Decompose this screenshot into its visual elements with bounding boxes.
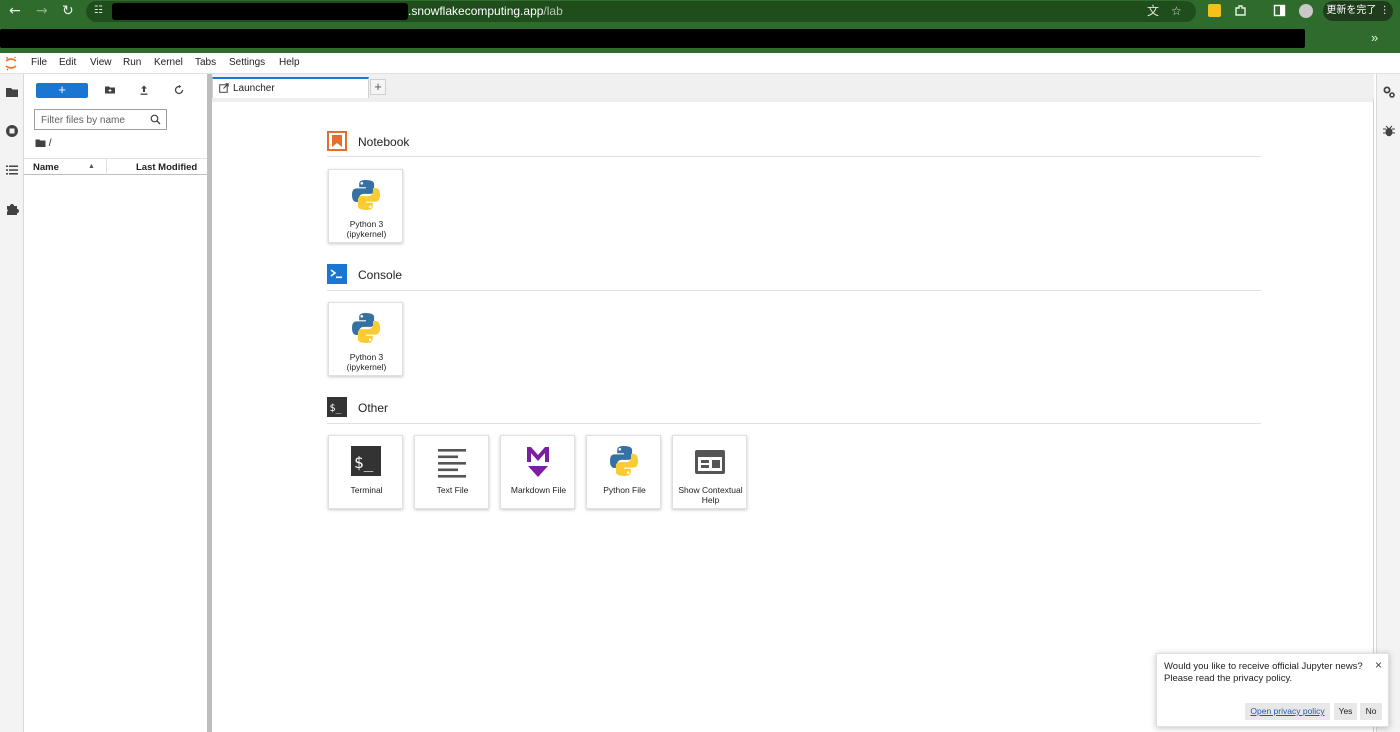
python-file-card[interactable]: Python File: [586, 435, 661, 509]
right-sidebar: [1376, 74, 1400, 732]
sort-ascending-icon: ▲: [88, 163, 95, 170]
contextual-help-card[interactable]: Show Contextual Help: [672, 435, 747, 509]
yes-button[interactable]: Yes: [1334, 703, 1357, 720]
section-divider: [327, 423, 1261, 424]
menu-help[interactable]: Help: [279, 57, 300, 69]
other-section-title: Other: [358, 401, 389, 415]
no-button[interactable]: No: [1360, 703, 1382, 720]
bookmarks-more-button[interactable]: »: [1371, 30, 1378, 45]
property-inspector-icon[interactable]: [1382, 85, 1396, 99]
column-divider: [106, 159, 107, 175]
notification-message: Would you like to receive official Jupyt…: [1164, 661, 1364, 685]
table-of-contents-icon[interactable]: [5, 163, 19, 177]
folder-icon[interactable]: [5, 85, 19, 99]
markdown-icon: [527, 447, 549, 477]
markdown-file-card[interactable]: Markdown File: [500, 435, 575, 509]
menu-edit[interactable]: Edit: [59, 57, 76, 69]
reload-icon[interactable]: ↻: [62, 3, 74, 19]
translate-icon[interactable]: 文: [1147, 4, 1159, 19]
column-last-modified[interactable]: Last Modified: [136, 162, 197, 173]
new-folder-icon[interactable]: [104, 84, 116, 96]
contextual-help-icon: [695, 450, 725, 474]
extension-icon[interactable]: [1208, 4, 1221, 17]
tab-launcher-label: Launcher: [233, 83, 275, 94]
terminal-card[interactable]: $_ Terminal: [328, 435, 403, 509]
profile-avatar[interactable]: [1299, 4, 1313, 18]
file-browser-panel: + / Name ▲ Last Modified: [24, 74, 207, 732]
back-icon[interactable]: ←: [9, 3, 21, 19]
breadcrumb[interactable]: /: [35, 138, 52, 150]
python-icon: [610, 446, 638, 476]
section-divider: [327, 156, 1261, 157]
close-icon[interactable]: ×: [1375, 659, 1382, 671]
menu-tabs[interactable]: Tabs: [195, 57, 216, 69]
folder-icon: [35, 139, 46, 147]
bookmark-star-icon[interactable]: ☆: [1171, 4, 1182, 19]
browser-toolbar: ← → ↻ ☷ .snowflakecomputing.app/lab 文 ☆ …: [0, 0, 1400, 23]
extension-manager-icon[interactable]: [5, 202, 19, 216]
console-section-icon: [327, 264, 347, 284]
python-icon: [352, 180, 380, 210]
open-privacy-policy-link[interactable]: Open privacy policy: [1245, 703, 1330, 720]
tab-launcher[interactable]: Launcher: [212, 77, 369, 98]
jupyter-news-notification: Would you like to receive official Jupyt…: [1156, 653, 1389, 727]
terminal-icon: $_: [351, 446, 381, 476]
notification-question: Would you like to receive official Jupyt…: [1164, 661, 1363, 672]
python-icon: [352, 313, 380, 343]
card-label: Markdown File: [510, 485, 567, 495]
console-section-title: Console: [358, 268, 403, 282]
menu-kernel[interactable]: Kernel: [154, 57, 183, 69]
notebook-python3-card[interactable]: Python 3 (ipykernel): [328, 169, 403, 243]
site-info-icon[interactable]: ☷: [94, 5, 106, 17]
debugger-icon[interactable]: [1382, 124, 1396, 138]
side-panel-icon[interactable]: [1273, 4, 1286, 17]
card-label: Show Contextual Help: [678, 485, 743, 505]
filter-files-input[interactable]: [35, 111, 145, 130]
jupyter-logo-icon: [5, 56, 17, 71]
file-list-header: Name ▲ Last Modified: [24, 158, 207, 175]
svg-text:$_: $_: [354, 453, 374, 472]
menu-run[interactable]: Run: [123, 57, 141, 69]
console-python3-card[interactable]: Python 3 (ipykernel): [328, 302, 403, 376]
jupyter-menubar: File Edit View Run Kernel Tabs Settings …: [0, 53, 1400, 74]
menu-file[interactable]: File: [31, 57, 47, 69]
update-button[interactable]: 更新を完了 ⋮: [1323, 1, 1393, 21]
notification-privacy-note: Please read the privacy policy.: [1164, 673, 1293, 684]
column-name[interactable]: Name: [33, 162, 59, 173]
address-bar[interactable]: ☷ .snowflakecomputing.app/lab 文 ☆: [86, 1, 1196, 22]
dock-tab-bar: Launcher +: [212, 74, 1374, 98]
redacted-url-part: [112, 3, 408, 20]
other-section-icon: $_: [327, 397, 347, 417]
notebook-section-title: Notebook: [358, 135, 410, 149]
url-text: .snowflakecomputing.app/lab: [408, 4, 563, 19]
menu-settings[interactable]: Settings: [229, 57, 265, 69]
refresh-icon[interactable]: [173, 84, 185, 96]
section-divider: [327, 290, 1261, 291]
upload-icon[interactable]: [138, 84, 150, 96]
text-file-card[interactable]: Text File: [414, 435, 489, 509]
forward-icon[interactable]: →: [36, 3, 48, 19]
url-path: /lab: [543, 4, 563, 18]
menu-view[interactable]: View: [90, 57, 112, 69]
new-launcher-button[interactable]: +: [36, 83, 88, 98]
card-label: Python File: [603, 485, 646, 495]
breadcrumb-root[interactable]: /: [49, 138, 52, 149]
search-icon: [150, 114, 161, 125]
launcher-icon: [219, 83, 229, 93]
extensions-puzzle-icon[interactable]: [1234, 4, 1247, 17]
url-domain: .snowflakecomputing.app: [408, 4, 544, 18]
running-kernels-icon[interactable]: [5, 124, 19, 138]
bookmarks-bar: »: [0, 23, 1400, 53]
filter-files-field[interactable]: [34, 109, 167, 130]
svg-text:$_: $_: [330, 403, 343, 414]
card-label: Python 3 (ipykernel): [346, 219, 387, 239]
notebook-section-icon: [327, 131, 347, 151]
text-file-icon: [438, 449, 466, 478]
card-label: Terminal: [350, 485, 383, 495]
left-sidebar: [0, 74, 24, 732]
redacted-bookmarks: [0, 29, 1305, 48]
card-label: Python 3 (ipykernel): [346, 352, 387, 372]
card-label: Text File: [436, 485, 469, 495]
add-tab-button[interactable]: +: [370, 79, 386, 95]
